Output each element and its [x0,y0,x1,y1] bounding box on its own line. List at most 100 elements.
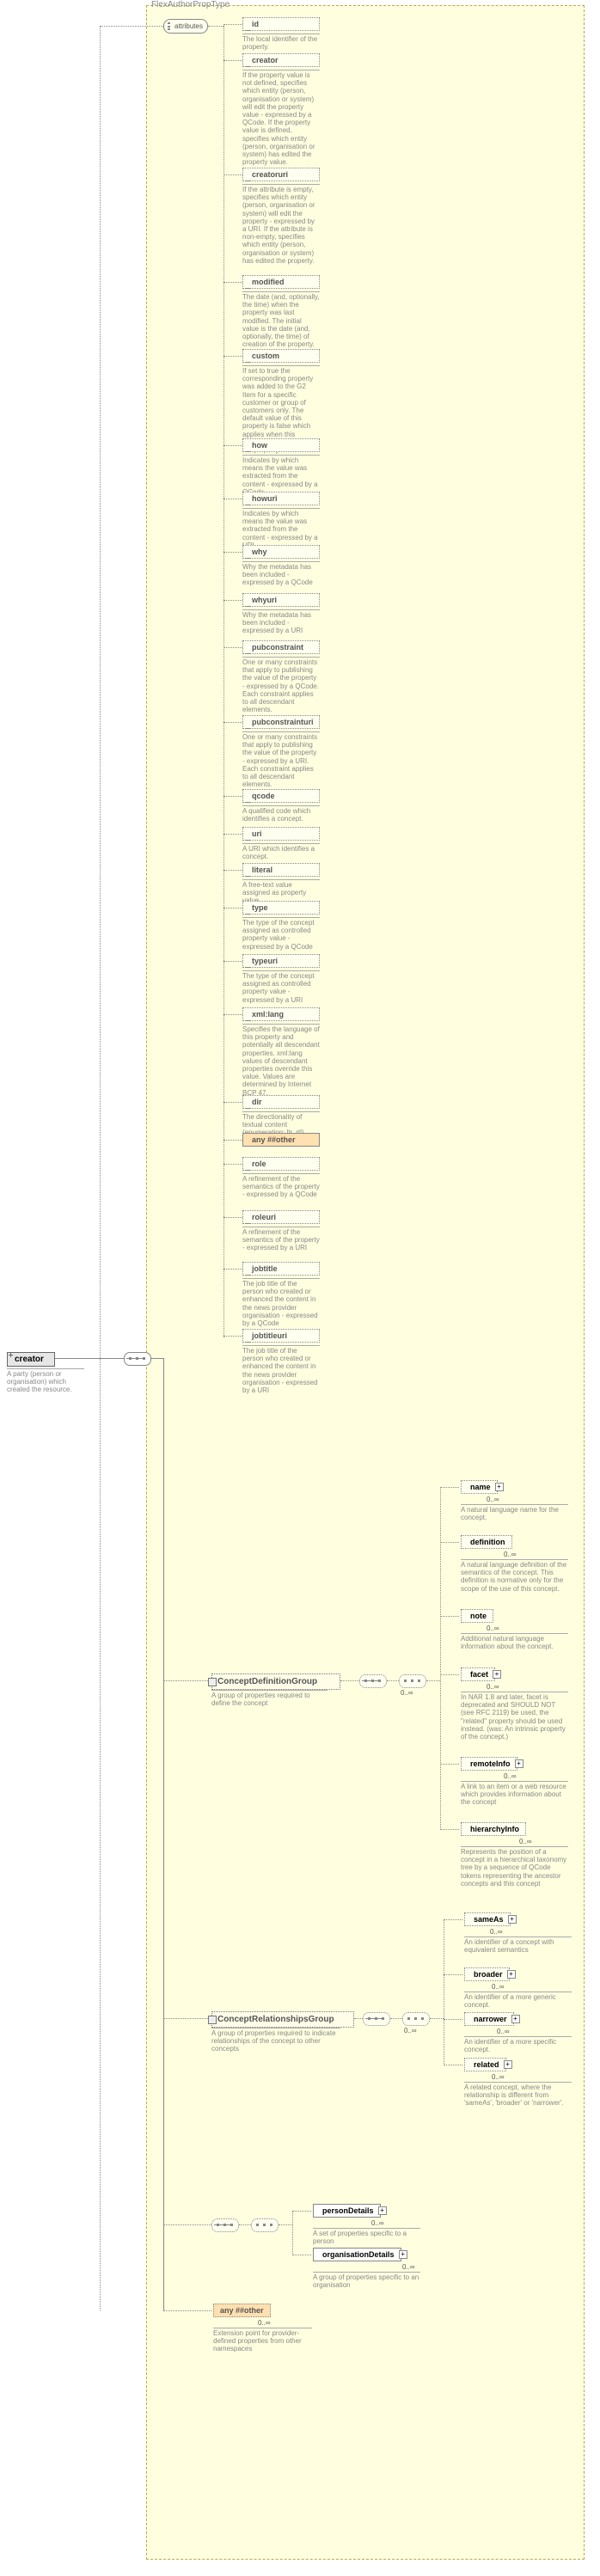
attribute-label: jobtitleuri [242,1329,320,1343]
attribute-label: dir [242,1095,320,1109]
attribute-dir[interactable]: dirThe directionality of textual content… [242,1095,320,1137]
group-cd-annotation: A group of properties required to define… [211,1690,328,1707]
element-annotation: Additional natural language information … [461,1633,568,1650]
element-label: sameAs [474,1915,504,1924]
element-personDetails[interactable]: personDetails+ [313,2204,381,2218]
attribute-pubconstrainturi[interactable]: pubconstrainturiOne or many constraints … [242,715,320,788]
attribute-label: jobtitle [242,1262,320,1276]
connector [223,647,242,648]
attribute-whyuri[interactable]: whyuriWhy the metadata has been included… [242,593,320,635]
occurrence: 0..∞ [402,2263,415,2271]
connector [223,60,242,61]
attribute-annotation: Why the metadata has been included - exp… [242,561,320,587]
attribute-annotation: A qualified code which identifies a conc… [242,805,320,823]
expand-icon[interactable]: + [504,2060,512,2069]
connector [387,1680,399,1681]
connector [440,1487,459,1488]
attribute-creator[interactable]: creatorIf the property value is not defi… [242,53,320,166]
connector [340,1680,359,1681]
attribute-label: typeuri [242,954,320,968]
occurrence: 0..∞ [504,1772,517,1780]
sequence-icon[interactable] [363,2012,390,2026]
expand-icon[interactable]: + [515,1759,523,1768]
expand-icon[interactable]: + [378,2206,387,2215]
connector [223,1014,242,1015]
element-narrower[interactable]: narrower+ [464,2012,514,2026]
attribute-uri[interactable]: uriA URI which identifies a concept. [242,827,320,860]
connector [223,1102,242,1103]
element-name[interactable]: name+ [461,1480,498,1494]
choice-icon[interactable] [399,1674,426,1688]
attribute-xml-lang[interactable]: xml:langSpecifies the language of this p… [242,1007,320,1097]
element-label: related [474,2060,499,2069]
attribute-creatoruri[interactable]: creatoruriIf the attribute is empty, spe… [242,168,320,265]
attribute-literal[interactable]: literalA free-text value assigned as pro… [242,863,320,905]
element-hierarchyInfo[interactable]: hierarchyInfo [461,1822,526,1836]
group-concept-definition[interactable]: ConceptDefinitionGroup [211,1673,340,1690]
any-other-element[interactable]: any ##other [213,2304,271,2317]
element-annotation: An identifier of a more specific concept… [464,2036,572,2053]
attribute-how[interactable]: howIndicates by which means the value wa… [242,438,320,496]
group-concept-relationships[interactable]: ConceptRelationshipsGroup [211,2011,354,2028]
expand-icon[interactable]: + [493,1670,501,1679]
attribute-jobtitleuri[interactable]: jobtitleuri The job title of the person w… [242,1329,320,1394]
connector [354,2018,363,2019]
attribute-role[interactable]: roleA refinement of the semantics of the… [242,1157,320,1199]
connector [163,2310,211,2311]
element-facet[interactable]: facet+ [461,1667,495,1681]
connector [100,1358,124,1359]
attribute-annotation: The job title of the person who created … [242,1278,320,1327]
group-cr-annotation: A group of properties required to indica… [211,2028,340,2053]
connector [151,1358,163,1359]
connector [163,1680,211,1681]
element-note[interactable]: note [461,1609,493,1623]
attribute-pubconstraint[interactable]: pubconstraintOne or many constraints tha… [242,640,320,713]
element-label: hierarchyInfo [470,1825,519,1833]
choice-icon[interactable] [402,2012,430,2026]
element-broader[interactable]: broader+ [464,1967,510,1981]
attribute-annotation: Why the metadata has been included - exp… [242,609,320,635]
attribute-annotation: A refinement of the semantics of the pro… [242,1227,320,1252]
connector [55,1358,100,1359]
attribute-any---other[interactable]: any ##other [242,1133,320,1147]
attribute-annotation: The type of the concept assigned as cont… [242,970,320,1004]
element-label: remoteInfo [470,1759,511,1768]
occurrence: 0..∞ [497,2028,510,2035]
occurrence: 0..∞ [490,1928,503,1936]
attribute-jobtitle[interactable]: jobtitle The job title of the person who … [242,1262,320,1327]
expand-icon[interactable]: + [508,1915,517,1924]
attribute-type[interactable]: typeThe type of the concept assigned as … [242,901,320,951]
sequence-icon[interactable] [211,2218,239,2232]
element-creator[interactable]: creator [7,1352,55,1367]
sequence-icon[interactable] [124,1352,151,1366]
attribute-why[interactable]: why Why the metadata has been included - … [242,545,320,587]
element-organisationDetails[interactable]: organisationDetails+ [313,2248,401,2261]
element-related[interactable]: related+ [464,2058,506,2071]
expand-icon[interactable]: + [495,1483,504,1491]
sequence-icon[interactable] [359,1674,387,1688]
attribute-id[interactable]: idThe local identifier of the property. [242,17,320,51]
element-label: creator [15,1355,44,1364]
attribute-qcode[interactable]: qcodeA qualified code which identifies a… [242,789,320,823]
connector [223,552,242,553]
choice-icon[interactable] [251,2218,279,2232]
attribute-howuri[interactable]: howuriIndicates by which means the value… [242,492,320,549]
attribute-annotation: The job title of the person who created … [242,1345,320,1394]
group-marker-icon [208,2016,217,2024]
expand-icon[interactable]: + [399,2250,407,2259]
attributes-compositor[interactable]: attributes [163,19,208,34]
attribute-roleuri[interactable]: roleuriA refinement of the semantics of … [242,1210,320,1252]
occurrence: 0..∞ [492,2073,505,2081]
attribute-label: why [242,545,320,559]
attribute-label: role [242,1157,320,1171]
occurrence: 0..∞ [504,1551,517,1558]
creator-annotation: A party (person or organisation) which c… [7,1368,84,1394]
element-remoteInfo[interactable]: remoteInfo+ [461,1757,517,1771]
attribute-typeuri[interactable]: typeuri The type of the concept assigned … [242,954,320,1004]
element-sameAs[interactable]: sameAs+ [464,1912,511,1926]
attribute-modified[interactable]: modifiedThe date (and, optionally, the t… [242,275,320,348]
expand-icon[interactable]: + [511,2015,520,2023]
expand-icon[interactable]: + [507,1970,516,1979]
element-definition[interactable]: definition [461,1535,512,1549]
connector [223,356,242,357]
